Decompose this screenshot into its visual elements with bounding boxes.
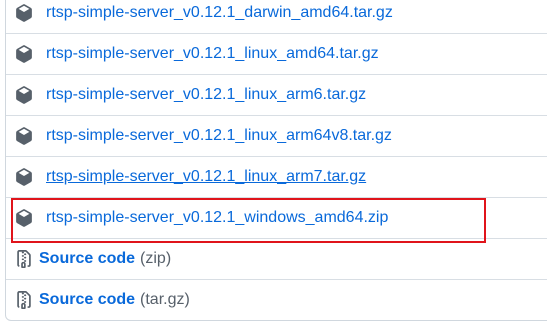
source-code-targz-link[interactable]: Source code (tar.gz): [39, 290, 190, 310]
asset-row-darwin-amd64: rtsp-simple-server_v0.12.1_darwin_amd64.…: [6, 0, 547, 33]
source-code-format: (tar.gz): [140, 291, 190, 308]
file-zip-icon: [15, 291, 33, 309]
asset-link-linux-arm7[interactable]: rtsp-simple-server_v0.12.1_linux_arm7.ta…: [46, 167, 366, 187]
asset-link-linux-amd64[interactable]: rtsp-simple-server_v0.12.1_linux_amd64.t…: [46, 44, 379, 64]
asset-link-linux-arm6[interactable]: rtsp-simple-server_v0.12.1_linux_arm6.ta…: [46, 85, 366, 105]
asset-row-linux-arm6: rtsp-simple-server_v0.12.1_linux_arm6.ta…: [6, 74, 547, 115]
source-code-label: Source code: [39, 291, 136, 308]
package-icon: [15, 168, 33, 186]
asset-row-linux-arm64v8: rtsp-simple-server_v0.12.1_linux_arm64v8…: [6, 115, 547, 156]
asset-link-windows-amd64[interactable]: rtsp-simple-server_v0.12.1_windows_amd64…: [46, 208, 388, 228]
asset-row-windows-amd64: rtsp-simple-server_v0.12.1_windows_amd64…: [6, 197, 547, 238]
asset-row-linux-arm7: rtsp-simple-server_v0.12.1_linux_arm7.ta…: [6, 156, 547, 197]
file-zip-icon: [15, 250, 33, 268]
source-code-format: (zip): [140, 250, 172, 267]
asset-link-darwin-amd64[interactable]: rtsp-simple-server_v0.12.1_darwin_amd64.…: [46, 3, 393, 23]
asset-link-linux-arm64v8[interactable]: rtsp-simple-server_v0.12.1_linux_arm64v8…: [46, 126, 392, 146]
package-icon: [15, 209, 33, 227]
source-code-targz-row: Source code (tar.gz): [6, 279, 547, 320]
package-icon: [15, 45, 33, 63]
source-code-zip-link[interactable]: Source code (zip): [39, 249, 171, 269]
package-icon: [15, 3, 33, 22]
source-code-label: Source code: [39, 250, 136, 267]
release-assets-list: rtsp-simple-server_v0.12.1_darwin_amd64.…: [5, 0, 547, 321]
asset-row-linux-amd64: rtsp-simple-server_v0.12.1_linux_amd64.t…: [6, 33, 547, 74]
source-code-zip-row: Source code (zip): [6, 238, 547, 279]
package-icon: [15, 86, 33, 104]
package-icon: [15, 127, 33, 145]
